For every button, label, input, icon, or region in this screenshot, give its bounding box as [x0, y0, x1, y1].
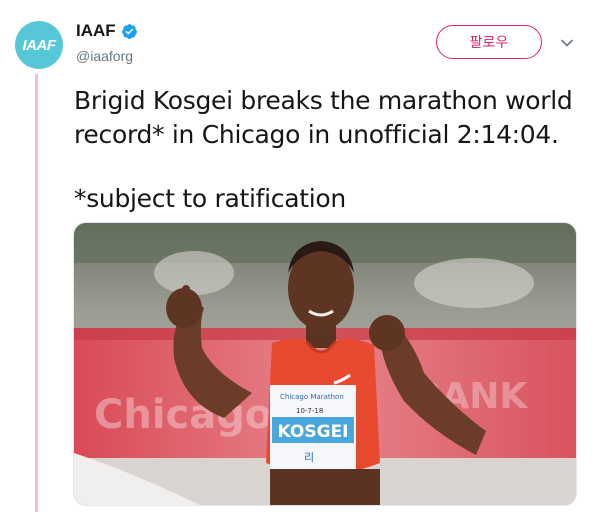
svg-text:Chicago: Chicago [94, 392, 272, 438]
handle[interactable]: @iaaforg [76, 48, 133, 64]
avatar-logo-text: IAAF [22, 36, 57, 54]
avatar[interactable]: IAAF [15, 21, 63, 69]
tweet-photo[interactable]: Chicago BANK Chicago Marathon 10-7-18 KO… [73, 222, 577, 506]
thread-line [35, 74, 38, 512]
bib-event: Chicago Marathon [280, 393, 344, 401]
verified-badge-icon [121, 23, 137, 39]
chevron-down-icon[interactable] [560, 36, 574, 50]
tweet-text: Brigid Kosgei breaks the marathon world … [74, 84, 584, 216]
tweet-text-main: Brigid Kosgei breaks the marathon world … [74, 86, 573, 149]
display-name-row[interactable]: IAAF [76, 21, 138, 41]
bib-date: 10-7-18 [296, 407, 323, 415]
bib-name: KOSGEI [278, 422, 349, 442]
follow-button[interactable]: 팔로우 [436, 25, 542, 59]
bib-small: 리 [304, 451, 314, 464]
tweet-text-note: *subject to ratification [74, 184, 346, 213]
runner-photo: Chicago BANK Chicago Marathon 10-7-18 KO… [74, 223, 576, 505]
display-name[interactable]: IAAF [76, 21, 116, 41]
